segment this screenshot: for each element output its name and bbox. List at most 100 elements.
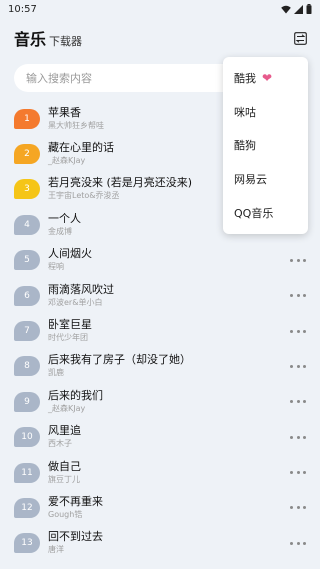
more-options-icon[interactable] — [290, 326, 306, 336]
dot — [290, 329, 293, 333]
menu-item-source[interactable]: QQ音乐 — [223, 198, 308, 228]
dot — [303, 329, 306, 333]
song-info: 风里追 西木子 — [48, 424, 81, 450]
dot — [296, 258, 300, 262]
song-row[interactable]: 12 爱不再重来 Gough锆 — [0, 490, 320, 525]
rank-badge: 4 — [14, 214, 40, 235]
switch-icon — [293, 31, 307, 45]
song-title: 后来的我们 — [48, 388, 103, 402]
menu-item-label: 酷狗 — [234, 139, 256, 153]
dot — [290, 435, 293, 439]
song-info: 卧室巨星 时代少年团 — [48, 318, 92, 344]
song-artist: 邓波er&单小白 — [48, 297, 103, 307]
song-title: 卧室巨星 — [48, 318, 92, 332]
app-title: 音乐 — [14, 30, 47, 49]
song-title: 做自己 — [48, 459, 81, 473]
song-title: 人间烟火 — [48, 247, 92, 261]
song-artist: 程响 — [48, 262, 64, 272]
song-title: 雨滴落风吹过 — [48, 282, 114, 296]
menu-item-source[interactable]: 酷我 ❤ — [223, 63, 308, 93]
song-title: 苹果香 — [48, 105, 81, 119]
source-dropdown-menu: 酷我 ❤ 咪咕酷狗网易云 QQ音乐 — [223, 57, 308, 234]
song-title: 回不到过去 — [48, 530, 103, 544]
song-row[interactable]: 10 风里追 西木子 — [0, 420, 320, 455]
rank-badge: 10 — [14, 427, 40, 448]
song-row[interactable]: 6 雨滴落风吹过 邓波er&单小白 — [0, 278, 320, 313]
song-title: 藏在心里的话 — [48, 141, 114, 155]
rank-badge: 3 — [14, 179, 40, 200]
app-subtitle: 下载器 — [49, 35, 83, 48]
dot — [290, 471, 293, 475]
dot — [303, 435, 306, 439]
source-switch-button[interactable] — [292, 30, 308, 46]
search-input[interactable] — [26, 71, 244, 85]
song-row[interactable]: 13 回不到过去 唐洋 — [0, 526, 320, 561]
dot — [303, 541, 306, 545]
menu-item-label: 咪咕 — [234, 105, 256, 119]
song-info: 藏在心里的话 _赵森KJay — [48, 141, 114, 167]
dot — [303, 400, 306, 404]
rank-badge: 2 — [14, 144, 40, 165]
dot — [290, 506, 293, 510]
song-artist: 黑大帅狂乡帮哇 — [48, 120, 104, 130]
more-options-icon[interactable] — [290, 503, 306, 513]
dot — [303, 258, 306, 262]
dot — [296, 471, 300, 475]
song-row[interactable]: 5 人间烟火 程响 — [0, 243, 320, 278]
song-artist: 旗豆丁儿 — [48, 474, 80, 484]
song-artist: 金成博 — [48, 226, 72, 236]
dot — [296, 329, 300, 333]
heart-icon: ❤ — [262, 70, 273, 85]
song-info: 雨滴落风吹过 邓波er&单小白 — [48, 283, 114, 309]
title-wrap: 音乐 下载器 — [14, 26, 82, 50]
dot — [296, 506, 300, 510]
song-info: 回不到过去 唐洋 — [48, 530, 103, 556]
song-artist: 西木子 — [48, 439, 72, 449]
song-info: 后来我有了房子（却没了她） 凯鹿 — [48, 353, 191, 379]
song-info: 若月亮没来 (若是月亮还没来) 王宇宙Leto&乔浚丞 — [48, 176, 192, 202]
song-artist: 时代少年团 — [48, 333, 88, 343]
song-row[interactable]: 11 做自己 旗豆丁儿 — [0, 455, 320, 490]
search-bar[interactable] — [14, 64, 244, 92]
song-info: 后来的我们 _赵森KJay — [48, 389, 103, 415]
more-options-icon[interactable] — [290, 432, 306, 442]
more-options-icon[interactable] — [290, 291, 306, 301]
menu-item-source[interactable]: 酷狗 — [223, 130, 308, 160]
app-header: 音乐 下载器 — [0, 18, 320, 58]
more-options-icon[interactable] — [290, 255, 306, 265]
rank-badge: 1 — [14, 108, 40, 129]
rank-badge: 13 — [14, 533, 40, 554]
song-info: 爱不再重来 Gough锆 — [48, 495, 103, 521]
dot — [296, 435, 300, 439]
song-row[interactable]: 9 后来的我们 _赵森KJay — [0, 384, 320, 419]
more-options-icon[interactable] — [290, 397, 306, 407]
song-info: 人间烟火 程响 — [48, 247, 92, 273]
dot — [290, 294, 293, 298]
song-info: 做自己 旗豆丁儿 — [48, 460, 81, 486]
wifi-icon — [281, 5, 291, 13]
song-row[interactable]: 7 卧室巨星 时代少年团 — [0, 313, 320, 348]
dot — [296, 364, 300, 368]
dot — [290, 541, 293, 545]
status-time: 10:57 — [8, 3, 37, 15]
dot — [290, 258, 293, 262]
song-artist: 凯鹿 — [48, 368, 64, 378]
menu-item-source[interactable]: 咪咕 — [223, 97, 308, 127]
menu-item-label: QQ音乐 — [234, 207, 274, 221]
menu-item-label: 网易云 — [234, 173, 267, 187]
status-bar: 10:57 — [0, 0, 320, 18]
rank-badge: 7 — [14, 321, 40, 342]
song-row[interactable]: 8 后来我有了房子（却没了她） 凯鹿 — [0, 349, 320, 384]
dot — [296, 541, 300, 545]
rank-badge: 8 — [14, 356, 40, 377]
more-options-icon[interactable] — [290, 361, 306, 371]
rank-badge: 5 — [14, 250, 40, 271]
song-artist: 唐洋 — [48, 545, 64, 555]
dot — [303, 506, 306, 510]
more-options-icon[interactable] — [290, 538, 306, 548]
more-options-icon[interactable] — [290, 468, 306, 478]
menu-item-source[interactable]: 网易云 — [223, 164, 308, 194]
song-title: 风里追 — [48, 424, 81, 438]
song-artist: _赵森KJay — [48, 156, 86, 166]
rank-badge: 9 — [14, 391, 40, 412]
